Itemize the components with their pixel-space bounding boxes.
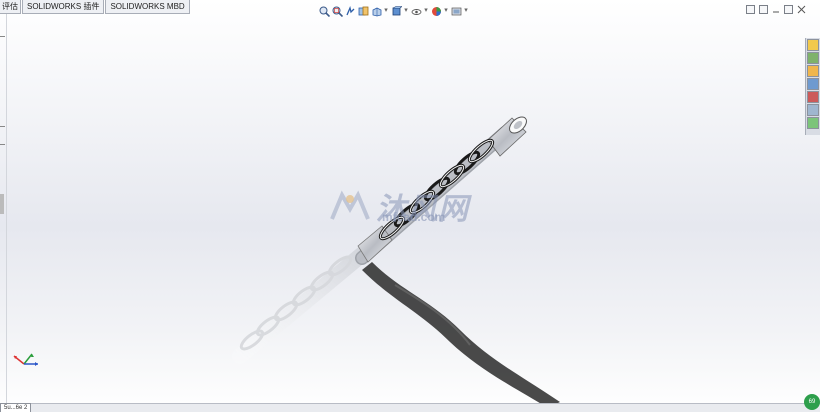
graphics-viewport[interactable]: 评估 SOLIDWORKS 插件 SOLIDWORKS MBD ▾ ▾ ▾ ▾ … [0,0,820,412]
watermark-icon [330,190,370,220]
watermark-url: mfcad.com [382,210,446,224]
performance-badge: 69 [804,394,820,410]
model-reflection [232,244,373,364]
tab-evaluate[interactable]: 评估 [0,0,21,14]
tab-solidworks-addins[interactable]: SOLIDWORKS 插件 [22,0,105,14]
status-bar [0,403,820,412]
tab-solidworks-mbd[interactable]: SOLIDWORKS MBD [105,0,190,14]
model-tab[interactable]: 5u...6e 2 [0,403,32,412]
command-manager-tabs: 评估 SOLIDWORKS 插件 SOLIDWORKS MBD [0,0,191,14]
reference-triad [10,350,44,374]
y-axis-icon [23,353,33,365]
model-shadow [362,262,560,408]
